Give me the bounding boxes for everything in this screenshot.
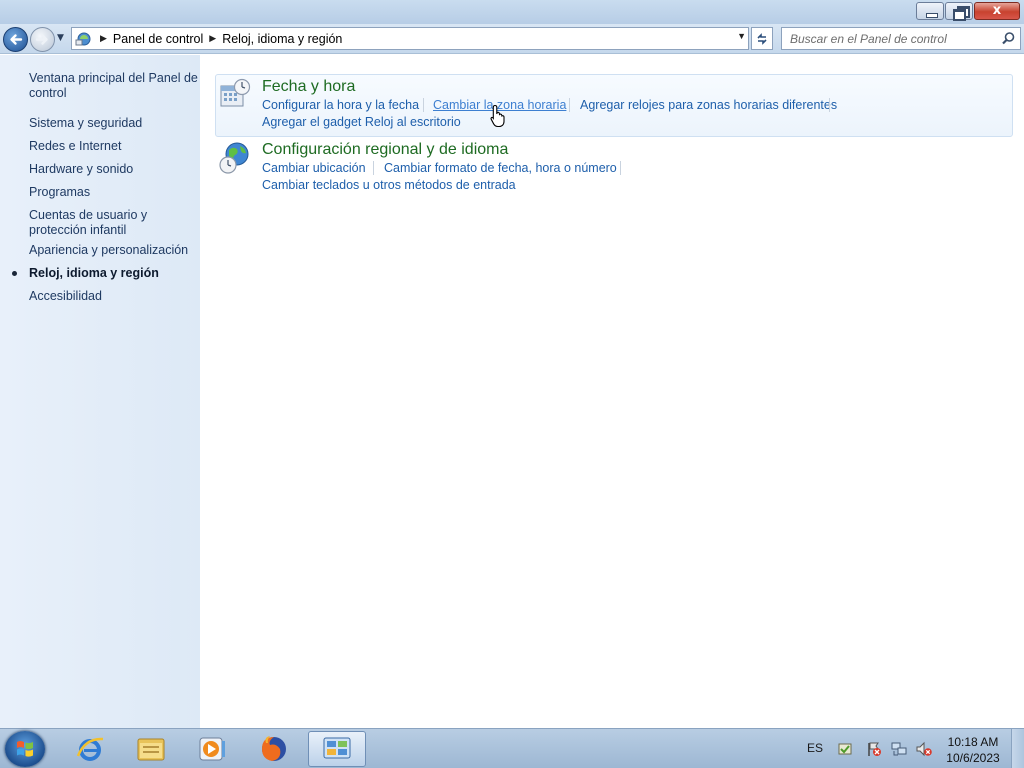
refresh-icon xyxy=(757,32,767,45)
category-title-date-time[interactable]: Fecha y hora xyxy=(262,78,355,96)
breadcrumb-control-panel[interactable]: Panel de control xyxy=(113,32,203,46)
recent-pages-chevron-icon[interactable]: ▼ xyxy=(57,33,67,45)
link-change-location[interactable]: Cambiar ubicación xyxy=(262,161,366,175)
calendar-clock-icon[interactable] xyxy=(219,78,251,113)
category-title-regional-language[interactable]: Configuración regional y de idioma xyxy=(262,141,508,159)
forward-button[interactable] xyxy=(30,27,55,52)
windows-logo-icon xyxy=(17,741,33,757)
address-bar[interactable]: ▶ Panel de control ▶ Reloj, idioma y reg… xyxy=(71,27,749,50)
control-panel-icon xyxy=(72,28,94,49)
link-divider xyxy=(620,161,621,175)
start-button[interactable] xyxy=(5,731,45,767)
firefox-icon[interactable] xyxy=(246,731,302,767)
clock-time: 10:18 AM xyxy=(947,735,999,749)
restore-button[interactable] xyxy=(945,2,973,21)
refresh-button[interactable] xyxy=(751,27,773,50)
forward-arrow-icon xyxy=(35,34,48,45)
control-panel-icon xyxy=(323,737,351,759)
minimize-button[interactable] xyxy=(916,2,944,20)
back-button[interactable] xyxy=(3,27,28,52)
taskbar: ES 10:18 AM 10/6/2023 xyxy=(0,728,1024,768)
search-icon[interactable] xyxy=(1001,31,1016,46)
sidebar-item-programs[interactable]: Programas xyxy=(29,185,199,200)
breadcrumb-clock-language-region[interactable]: Reloj, idioma y región xyxy=(222,32,342,46)
current-item-bullet-icon xyxy=(12,271,17,276)
sidebar-item-network-internet[interactable]: Redes e Internet xyxy=(29,139,199,154)
sidebar-item-control-panel-home[interactable]: Ventana principal del Panel de control xyxy=(29,71,199,101)
sidebar-item-hardware-sound[interactable]: Hardware y sonido xyxy=(29,162,199,177)
sidebar-item-user-accounts[interactable]: Cuentas de usuario y protección infantil xyxy=(29,208,149,238)
close-icon: x xyxy=(992,3,1002,18)
show-desktop-button[interactable] xyxy=(1011,729,1024,768)
media-player-icon[interactable] xyxy=(184,731,240,767)
internet-explorer-icon[interactable] xyxy=(62,731,118,767)
navigation-bar: ▼ ▶ Panel de control ▶ Reloj, idioma y r… xyxy=(0,24,1024,54)
address-dropdown-icon[interactable]: ▼ xyxy=(737,31,746,41)
sidebar-item-clock-language-region: Reloj, idioma y región xyxy=(29,266,159,280)
breadcrumb-separator-icon[interactable]: ▶ xyxy=(209,33,216,44)
globe-clock-icon[interactable] xyxy=(218,141,252,178)
link-change-keyboards[interactable]: Cambiar teclados u otros métodos de entr… xyxy=(262,178,516,192)
link-divider xyxy=(569,98,570,112)
sidebar-item-accessibility[interactable]: Accesibilidad xyxy=(29,289,199,304)
link-change-formats[interactable]: Cambiar formato de fecha, hora o número xyxy=(384,161,617,175)
action-center-alert-icon[interactable] xyxy=(866,741,882,757)
sidebar-item-appearance[interactable]: Apariencia y personalización xyxy=(29,243,199,258)
sidebar-item-system-security[interactable]: Sistema y seguridad xyxy=(29,116,199,131)
action-center-flag-icon[interactable] xyxy=(837,741,853,757)
control-panel-taskbar-button[interactable] xyxy=(308,731,366,767)
title-bar[interactable]: x xyxy=(0,0,1024,24)
windows-explorer-icon[interactable] xyxy=(123,731,179,767)
system-clock[interactable]: 10:18 AM 10/6/2023 xyxy=(942,734,1004,766)
window-controls: x xyxy=(915,2,1020,21)
link-set-time-date[interactable]: Configurar la hora y la fecha xyxy=(262,98,419,112)
link-divider xyxy=(423,98,424,112)
close-button[interactable]: x xyxy=(974,2,1020,20)
search-input[interactable] xyxy=(782,28,997,49)
language-indicator[interactable]: ES xyxy=(807,741,823,755)
network-icon[interactable] xyxy=(891,741,907,757)
hand-cursor-icon xyxy=(490,104,505,128)
link-divider xyxy=(829,98,830,112)
clock-date: 10/6/2023 xyxy=(946,751,1000,765)
sidebar: Ventana principal del Panel de control S… xyxy=(0,55,200,728)
volume-muted-icon[interactable] xyxy=(916,741,932,757)
link-divider xyxy=(373,161,374,175)
link-add-clocks[interactable]: Agregar relojes para zonas horarias dife… xyxy=(580,98,837,112)
back-arrow-icon xyxy=(10,34,23,45)
breadcrumb-separator-icon[interactable]: ▶ xyxy=(100,33,107,44)
link-add-clock-gadget[interactable]: Agregar el gadget Reloj al escritorio xyxy=(262,115,461,129)
search-box[interactable] xyxy=(781,27,1021,50)
